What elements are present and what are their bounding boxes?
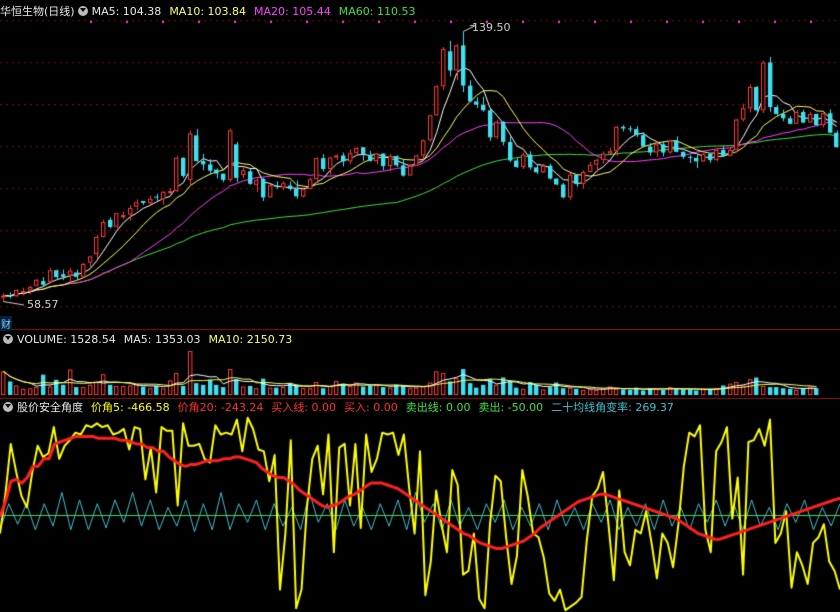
high-price-label: 139.50 xyxy=(472,21,511,34)
sellline-label: 卖出线: 0.00 xyxy=(405,401,471,414)
settings-dropdown-icon[interactable] xyxy=(77,6,88,16)
finance-tab[interactable]: 财 xyxy=(0,316,12,331)
stock-title: 华恒生物(日线) xyxy=(0,5,75,18)
indicator-header: 股价安全角度 价角5: -466.58 价角20: -243.24 买入线: 0… xyxy=(0,399,674,415)
volume-label: VOLUME: 1528.54 xyxy=(17,332,116,346)
buy-label: 买入: 0.00 xyxy=(344,401,398,414)
ma5-label: MA5: 104.38 xyxy=(91,4,162,18)
ma20-label: MA20: 105.44 xyxy=(254,4,331,18)
volume-dropdown-icon[interactable] xyxy=(3,334,13,344)
ma20rate-label: 二十均线角变率: 269.37 xyxy=(551,401,674,414)
chart-canvas[interactable] xyxy=(0,0,840,612)
volume-ma5-label: MA5: 1353.03 xyxy=(123,332,201,346)
ma10-label: MA10: 103.84 xyxy=(169,4,247,18)
angle20-label: 价角20: -243.24 xyxy=(177,401,264,414)
indicator-title: 股价安全角度 xyxy=(17,401,83,414)
angle5-label: 价角5: -466.58 xyxy=(91,401,170,414)
volume-ma10-label: MA10: 2150.73 xyxy=(208,332,293,346)
sell-label: 卖出: -50.00 xyxy=(478,401,544,414)
ma60-label: MA60: 110.53 xyxy=(338,4,416,18)
main-chart-header: 华恒生物(日线) MA5: 104.38 MA10: 103.84 MA20: … xyxy=(0,3,415,19)
volume-header: VOLUME: 1528.54 MA5: 1353.03 MA10: 2150.… xyxy=(0,331,292,347)
buyline-label: 买入线: 0.00 xyxy=(271,401,337,414)
indicator-dropdown-icon[interactable] xyxy=(3,402,13,412)
low-price-label: 58.57 xyxy=(27,298,59,311)
